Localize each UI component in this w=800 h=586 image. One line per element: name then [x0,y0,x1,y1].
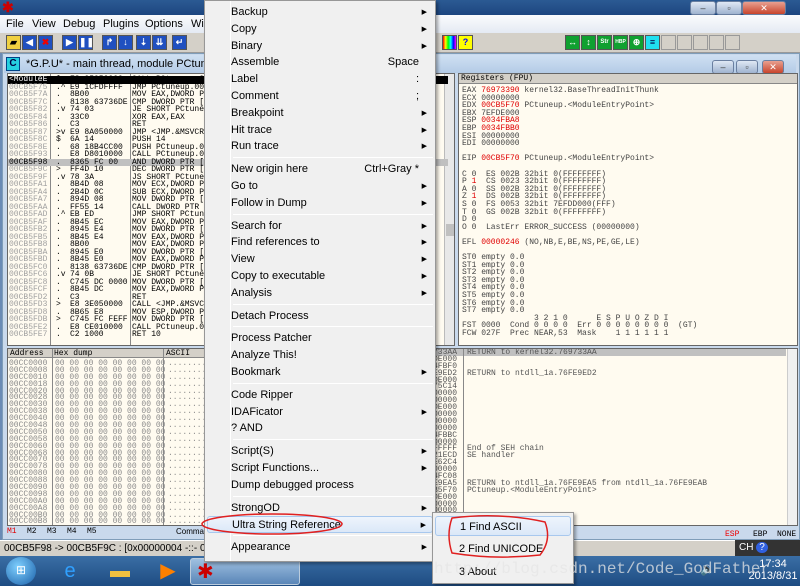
red-annotation-circle [448,515,549,558]
annotation-overlay [201,513,549,558]
red-annotation-circle [201,513,343,535]
